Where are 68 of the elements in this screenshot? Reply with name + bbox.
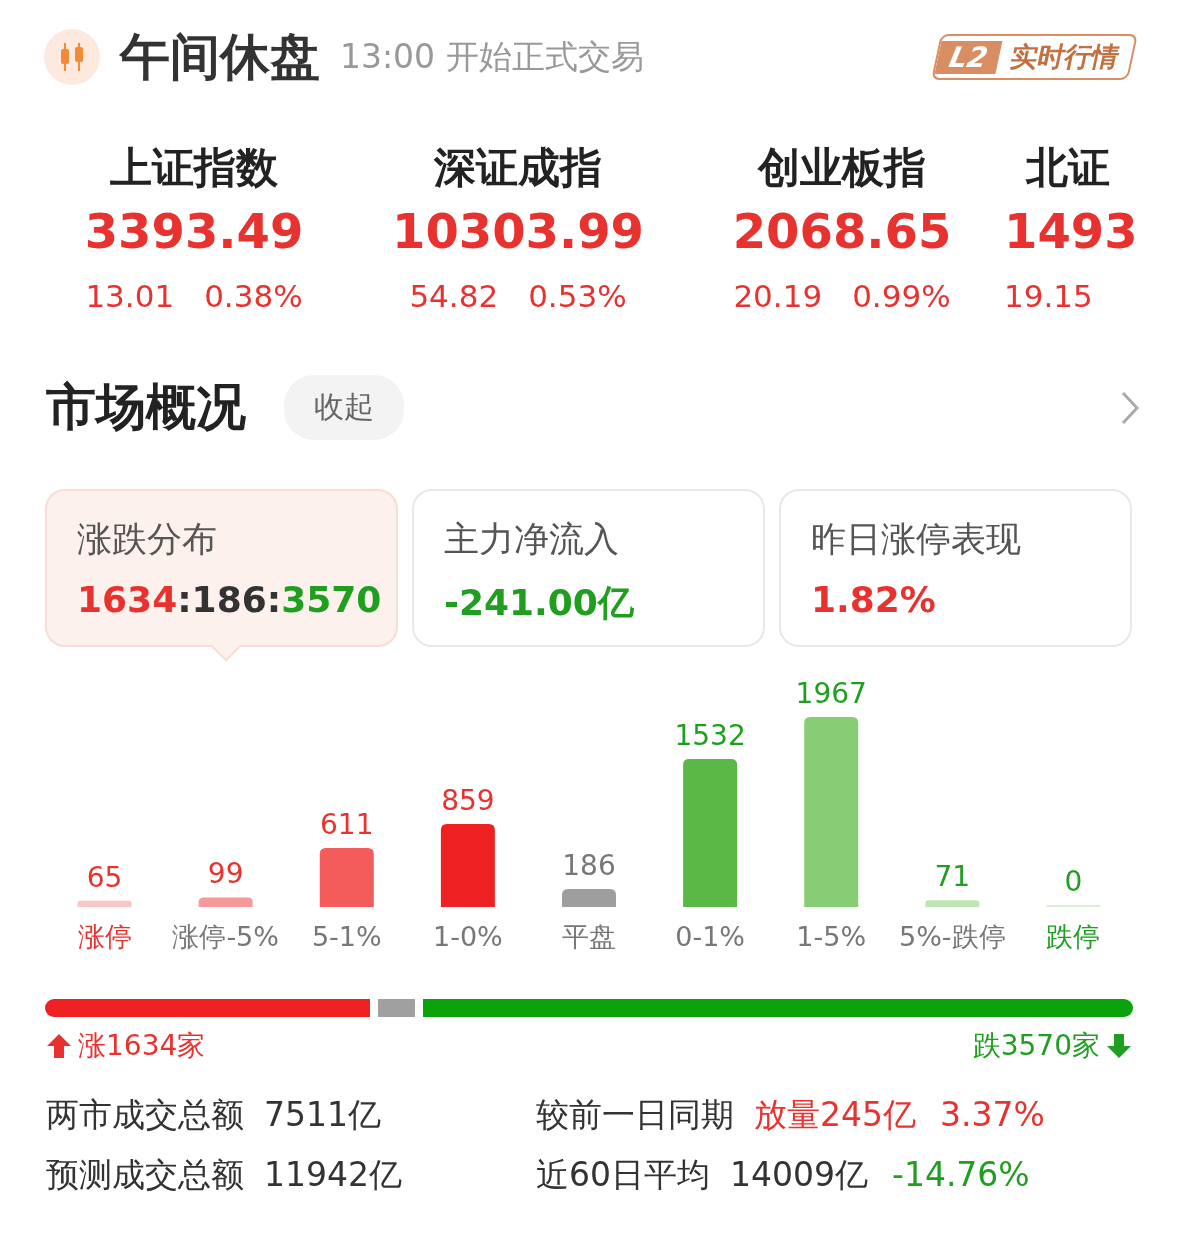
card-value: -241.00亿: [444, 581, 635, 625]
status-subtitle: 13:00 开始正式交易: [340, 35, 644, 78]
index-percent: 0.53%: [528, 277, 627, 316]
index-value: 3393.49: [84, 202, 304, 261]
stat-label: 两市成交总额: [46, 1095, 244, 1135]
card-label: 昨日涨停表现: [811, 518, 1022, 561]
category-label: 跌停: [1045, 920, 1102, 954]
bar-value-label: 859: [441, 784, 495, 818]
category-label: 平盘: [561, 920, 617, 954]
category-label: 涨停-5%: [171, 920, 280, 954]
bar: [925, 900, 980, 907]
index-change: 20.19: [733, 277, 823, 316]
bar-value-label: 65: [86, 860, 123, 894]
bar: [198, 897, 253, 907]
category-label: 1-0%: [432, 920, 504, 954]
stat-label: 近60日平均: [536, 1155, 710, 1195]
index-percent: 0.99%: [852, 277, 951, 316]
stat-change: 3.37%: [940, 1095, 1045, 1135]
index-name: 创业板指: [758, 142, 926, 194]
arrow-down-icon: [1106, 1033, 1132, 1059]
bar-value-label: 0: [1064, 865, 1083, 898]
index-change: 19.15: [1004, 277, 1093, 316]
advancers-count: 涨1634家: [78, 1028, 206, 1064]
bar-value-label: 186: [562, 849, 616, 883]
candlestick-icon: [44, 29, 100, 85]
bar-value-label: 99: [207, 857, 244, 891]
bar: [562, 889, 616, 907]
level2-badge[interactable]: L2 实时行情: [930, 34, 1138, 80]
stat-value: 7511亿: [264, 1095, 381, 1135]
index-name: 上证指数: [110, 142, 278, 194]
category-label: 5-1%: [310, 920, 383, 954]
arrow-up-icon: [46, 1033, 72, 1059]
stat-value: 14009亿: [730, 1155, 868, 1195]
bar-value-label: 1532: [674, 719, 746, 752]
stat-card[interactable]: 昨日涨停表现 1.82%: [779, 489, 1132, 647]
bar-value-label: 1967: [795, 677, 867, 710]
category-label: 涨停: [76, 920, 133, 954]
bar-value-label: 611: [320, 808, 374, 841]
index-value: 10303.99: [392, 202, 644, 261]
index-value: 1493: [1004, 202, 1138, 261]
index-change: 13.01: [85, 277, 175, 316]
chevron-right-icon[interactable]: [1120, 389, 1140, 426]
category-label: 0-1%: [674, 920, 746, 954]
index-value: 2068.65: [732, 202, 952, 261]
index-percent: 0.38%: [204, 277, 303, 316]
index-name: 北证: [1024, 142, 1110, 194]
bar: [319, 848, 374, 907]
stat-label: 预测成交总额: [46, 1155, 244, 1195]
index-change: 54.82: [409, 277, 499, 316]
decliners-count: 跌3570家: [972, 1028, 1100, 1064]
stat-card[interactable]: 主力净流入 -241.00亿: [412, 489, 765, 647]
card-label: 涨跌分布: [77, 518, 218, 561]
stat-value: 11942亿: [264, 1155, 402, 1195]
index-name: 深证成指: [434, 142, 602, 194]
card-value: 1.82%: [811, 579, 937, 620]
bar-value-label: 71: [934, 860, 971, 894]
stat-value: 放量245亿: [754, 1095, 916, 1135]
status-title: 午间休盘: [120, 26, 320, 88]
section-title: 市场概况: [46, 377, 246, 438]
breadth-segment: [378, 999, 415, 1017]
card-label: 主力净流入: [444, 518, 620, 561]
category-label: 5%-跌停: [898, 920, 1007, 954]
stat-change: -14.76%: [892, 1155, 1030, 1195]
category-label: 1-5%: [795, 920, 868, 954]
card-value: 1634:186:3570: [77, 579, 383, 620]
collapse-button[interactable]: 收起: [284, 375, 404, 440]
stat-label: 较前一日同期: [536, 1095, 734, 1135]
bar: [77, 900, 132, 907]
